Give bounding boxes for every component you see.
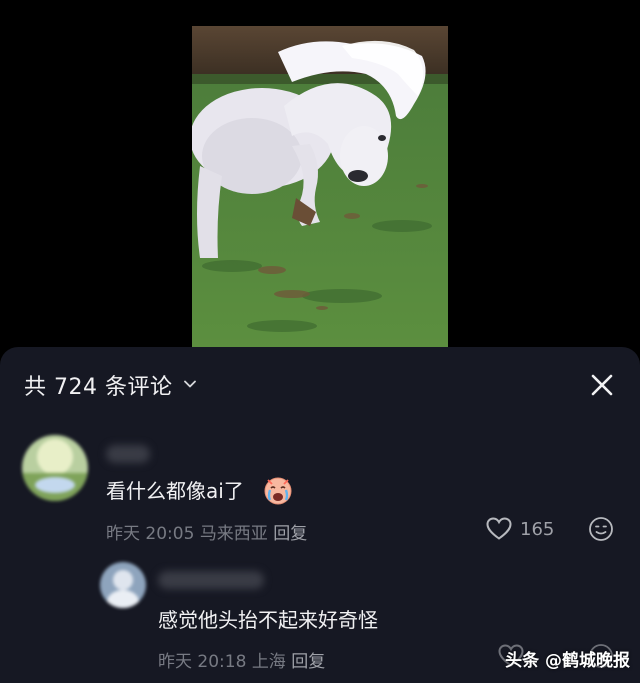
comment-time: 昨天 20:18	[158, 652, 247, 672]
heart-outline-icon	[486, 517, 512, 540]
video-player[interactable]	[0, 0, 640, 350]
comments-sheet: 共 724 条评论 看什么都像ai了 昨天 20:05 马来西亚 回复 165 …	[0, 347, 640, 683]
comment-meta: 昨天 20:05 马来西亚 回复	[106, 519, 307, 544]
avatar[interactable]	[100, 562, 146, 608]
like-count: 165	[520, 518, 555, 540]
username-blurred[interactable]	[158, 571, 264, 589]
reply-button[interactable]: 回复	[273, 524, 307, 544]
emoji-reaction-icon[interactable]	[588, 516, 614, 542]
crying-face-emoji-icon	[264, 477, 292, 505]
avatar[interactable]	[22, 435, 88, 501]
comment-time: 昨天 20:05	[106, 524, 195, 544]
video-still-pony-image	[192, 26, 448, 350]
comment-location: 上海	[251, 652, 286, 672]
comments-header: 共 724 条评论	[0, 347, 640, 423]
close-icon[interactable]	[586, 369, 618, 401]
watermark: 头条 @鹤城晚报	[505, 651, 630, 671]
reply-comment-meta: 昨天 20:18 上海 回复	[158, 647, 325, 672]
comment-location: 马来西亚	[199, 524, 268, 544]
video-frame[interactable]	[192, 26, 448, 350]
reply-comment-text: 感觉他头抬不起来好奇怪	[158, 608, 378, 632]
comment-text: 看什么都像ai了	[106, 479, 244, 503]
reply-button[interactable]: 回复	[291, 652, 325, 672]
comment-count-title[interactable]: 共 724 条评论	[24, 369, 172, 401]
username-blurred[interactable]	[106, 445, 150, 463]
like-button[interactable]: 165	[486, 515, 554, 543]
chevron-down-icon[interactable]	[183, 377, 197, 391]
